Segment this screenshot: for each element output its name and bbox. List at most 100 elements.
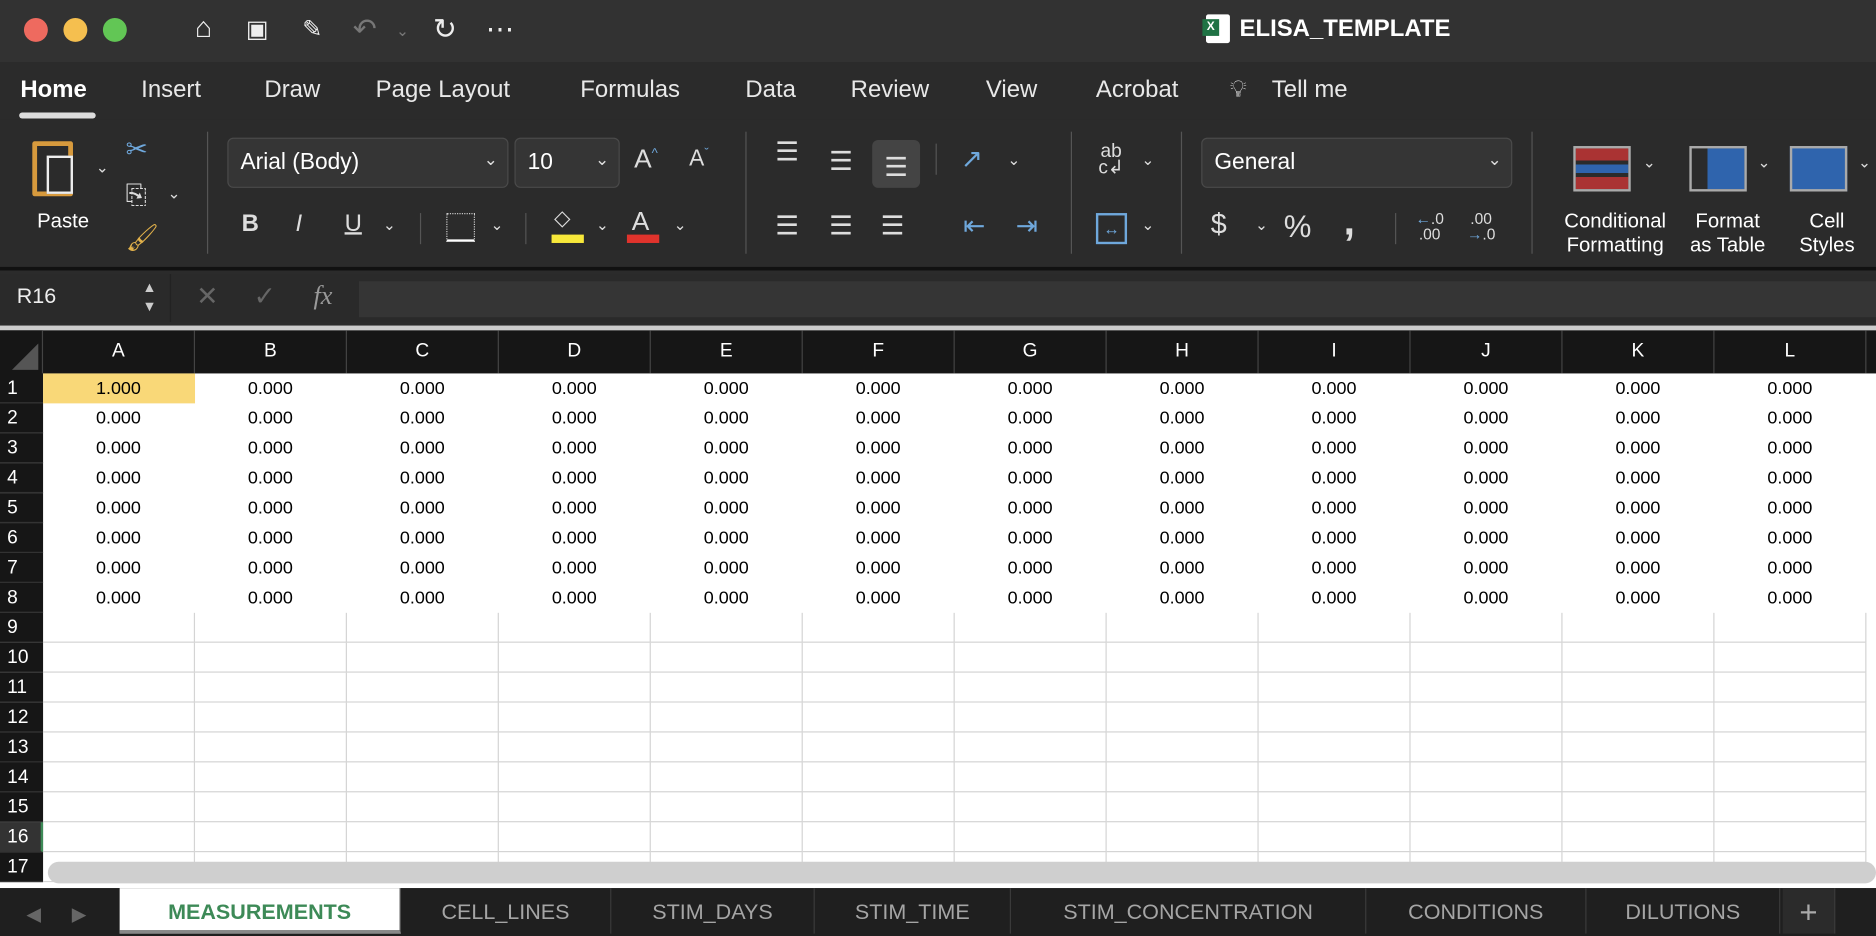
cell-l14[interactable] <box>1714 762 1867 793</box>
column-header-j[interactable]: J <box>1411 330 1563 374</box>
home-icon[interactable]: ⌂ <box>185 12 221 46</box>
cell-d9[interactable] <box>498 612 651 643</box>
conditional-formatting-icon[interactable] <box>1573 146 1631 192</box>
cell-g13[interactable] <box>954 732 1107 763</box>
cell-f14[interactable] <box>802 762 955 793</box>
increase-font-size-icon[interactable]: A^ <box>634 144 658 175</box>
cell-b2[interactable]: 0.000 <box>195 403 347 433</box>
cell-d5[interactable]: 0.000 <box>499 493 651 523</box>
cell-g7[interactable]: 0.000 <box>955 553 1107 583</box>
format-as-table-icon[interactable] <box>1689 146 1747 192</box>
cell-h1[interactable]: 0.000 <box>1107 373 1259 403</box>
column-header-c[interactable]: C <box>347 330 499 374</box>
underline-button[interactable]: U <box>345 211 362 239</box>
tab-acrobat[interactable]: Acrobat <box>1096 77 1178 105</box>
cell-g12[interactable] <box>954 702 1107 733</box>
cell-i6[interactable]: 0.000 <box>1259 523 1411 553</box>
cell-g14[interactable] <box>954 762 1107 793</box>
cell-a16[interactable] <box>43 822 196 853</box>
cell-i4[interactable]: 0.000 <box>1259 463 1411 493</box>
cell-k1[interactable]: 0.000 <box>1563 373 1715 403</box>
borders-chevron-icon[interactable]: ⌄ <box>491 215 504 234</box>
next-sheet-icon[interactable]: ▶ <box>72 902 87 926</box>
cell-d14[interactable] <box>498 762 651 793</box>
paste-label[interactable]: Paste <box>37 209 89 233</box>
cell-k10[interactable] <box>1562 642 1715 673</box>
sheet-tab-measurements[interactable]: MEASUREMENTS <box>119 888 401 934</box>
cell-d8[interactable]: 0.000 <box>499 583 651 613</box>
sheet-tab-cell-lines[interactable]: CELL_LINES <box>401 888 612 934</box>
font-color-icon[interactable]: A <box>632 206 650 237</box>
bold-button[interactable]: B <box>242 211 259 239</box>
cell-l8[interactable]: 0.000 <box>1714 583 1866 613</box>
cell-f11[interactable] <box>802 672 955 703</box>
cell-c14[interactable] <box>346 762 499 793</box>
cell-d2[interactable]: 0.000 <box>499 403 651 433</box>
decrease-indent-icon[interactable]: ⇤ <box>963 211 985 242</box>
cell-j5[interactable]: 0.000 <box>1411 493 1563 523</box>
cell-h10[interactable] <box>1106 642 1259 673</box>
cell-j8[interactable]: 0.000 <box>1411 583 1563 613</box>
cell-f4[interactable]: 0.000 <box>803 463 955 493</box>
font-name-dropdown[interactable]: Arial (Body) ⌄ <box>227 137 509 188</box>
align-left-icon[interactable]: ☰ <box>775 211 799 242</box>
cell-l3[interactable]: 0.000 <box>1714 433 1866 463</box>
cell-g5[interactable]: 0.000 <box>955 493 1107 523</box>
close-window-button[interactable] <box>23 17 48 42</box>
cell-l12[interactable] <box>1714 702 1867 733</box>
currency-button[interactable]: $ <box>1211 208 1227 242</box>
column-header-a[interactable]: A <box>43 330 196 374</box>
column-header-e[interactable]: E <box>651 330 803 374</box>
cell-b5[interactable]: 0.000 <box>195 493 347 523</box>
cell-a2[interactable]: 0.000 <box>43 403 195 433</box>
copy-chevron-icon[interactable]: ⌄ <box>168 184 181 203</box>
merge-chevron-icon[interactable]: ⌄ <box>1141 215 1154 234</box>
percent-button[interactable]: % <box>1284 208 1312 245</box>
cell-j11[interactable] <box>1410 672 1563 703</box>
cell-h7[interactable]: 0.000 <box>1107 553 1259 583</box>
cell-f9[interactable] <box>802 612 955 643</box>
underline-chevron-icon[interactable]: ⌄ <box>383 215 396 234</box>
select-all-button[interactable] <box>0 330 44 374</box>
formula-input[interactable] <box>358 281 1876 318</box>
cell-d3[interactable]: 0.000 <box>499 433 651 463</box>
row-header-17[interactable]: 17 <box>0 852 44 883</box>
cell-c11[interactable] <box>346 672 499 703</box>
cell-h11[interactable] <box>1106 672 1259 703</box>
cell-i10[interactable] <box>1258 642 1411 673</box>
cell-f6[interactable]: 0.000 <box>803 523 955 553</box>
cell-a13[interactable] <box>43 732 196 763</box>
cell-j16[interactable] <box>1410 822 1563 853</box>
cell-i12[interactable] <box>1258 702 1411 733</box>
worksheet-grid[interactable]: ABCDEFGHIJKL 1 1.000 0.000 0.000 0.000 0.000 0… <box>0 325 1876 889</box>
name-box[interactable]: R16 <box>17 284 57 309</box>
increase-decimal-icon[interactable]: ←.0.00 <box>1415 211 1444 242</box>
column-header-g[interactable]: G <box>955 330 1107 374</box>
cell-l5[interactable]: 0.000 <box>1714 493 1866 523</box>
decrease-font-size-icon[interactable]: Aˇ <box>689 146 709 173</box>
cell-j7[interactable]: 0.000 <box>1411 553 1563 583</box>
cell-l1[interactable]: 0.000 <box>1714 373 1866 403</box>
row-header-7[interactable]: 7 <box>0 552 44 583</box>
cell-c5[interactable]: 0.000 <box>347 493 499 523</box>
format-as-table-button[interactable]: Format as Table <box>1681 209 1774 257</box>
fill-color-icon[interactable]: ◇ <box>554 206 571 231</box>
cell-e7[interactable]: 0.000 <box>651 553 803 583</box>
cell-k15[interactable] <box>1562 792 1715 823</box>
copy-icon[interactable]: ⎘ <box>126 180 147 211</box>
cell-e2[interactable]: 0.000 <box>651 403 803 433</box>
cell-j4[interactable]: 0.000 <box>1411 463 1563 493</box>
cell-e9[interactable] <box>650 612 803 643</box>
cell-g9[interactable] <box>954 612 1107 643</box>
cell-f1[interactable]: 0.000 <box>803 373 955 403</box>
cell-h14[interactable] <box>1106 762 1259 793</box>
cell-f2[interactable]: 0.000 <box>803 403 955 433</box>
cell-e15[interactable] <box>650 792 803 823</box>
cell-k5[interactable]: 0.000 <box>1563 493 1715 523</box>
cell-c10[interactable] <box>346 642 499 673</box>
cell-e10[interactable] <box>650 642 803 673</box>
cell-i14[interactable] <box>1258 762 1411 793</box>
cell-e4[interactable]: 0.000 <box>651 463 803 493</box>
cell-b8[interactable]: 0.000 <box>195 583 347 613</box>
format-as-table-chevron-icon[interactable]: ⌄ <box>1758 153 1771 172</box>
